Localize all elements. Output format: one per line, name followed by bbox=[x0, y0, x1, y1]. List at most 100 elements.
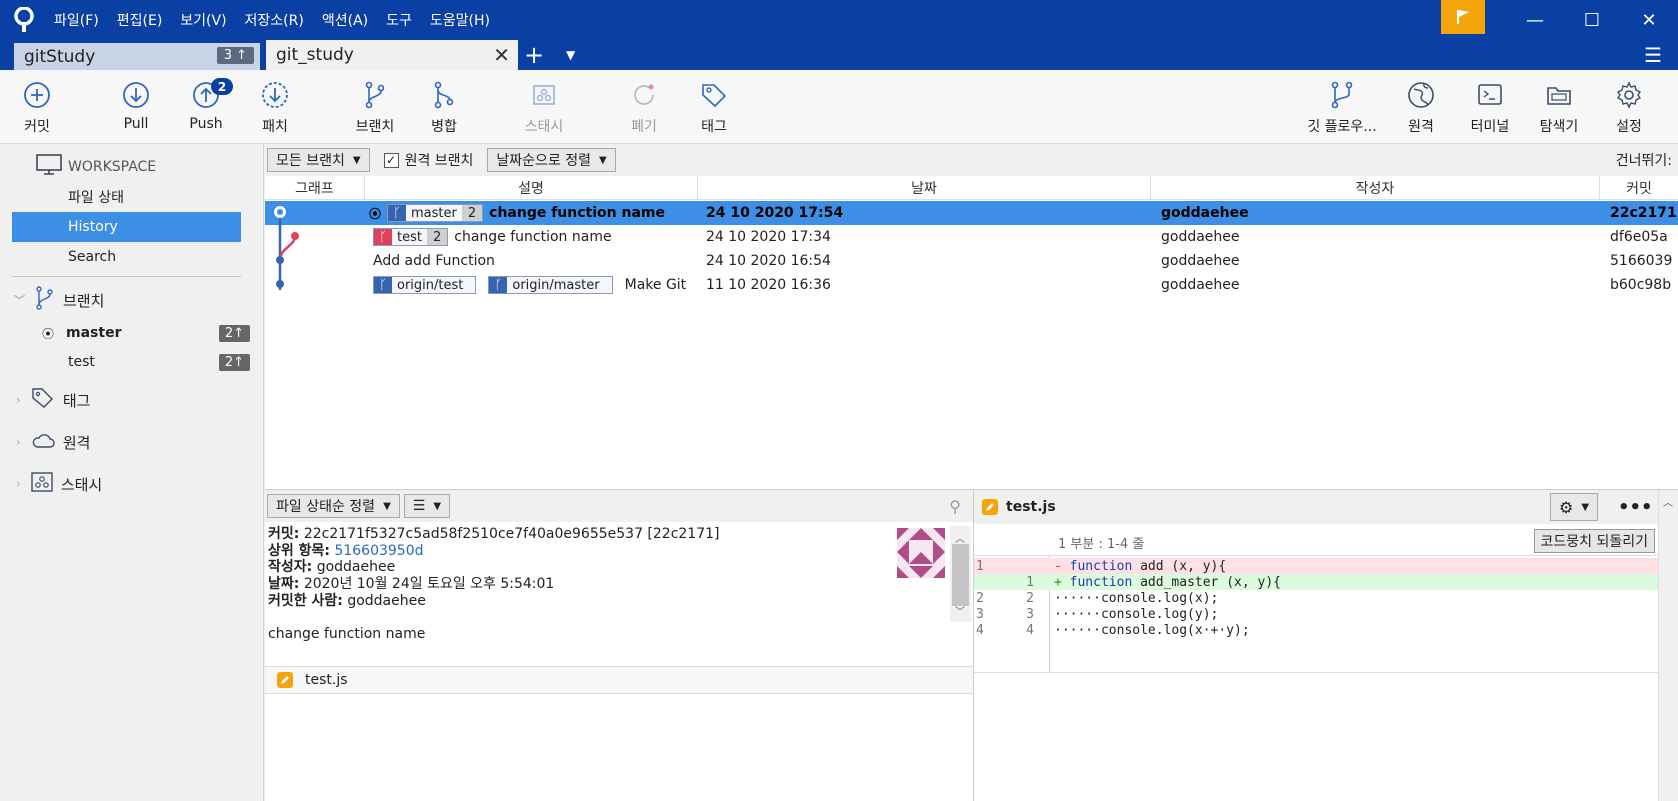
tags-title: 태그 bbox=[62, 391, 91, 410]
checkbox-icon[interactable]: ✓ bbox=[383, 152, 399, 168]
chevron-right-icon[interactable]: › bbox=[16, 435, 21, 449]
branch-icon: ᚴ bbox=[374, 277, 392, 293]
remote-button[interactable]: 원격 bbox=[1386, 76, 1456, 140]
menu-bar: 파일(F) 편집(E) 보기(V) 저장소(R) 액션(A) 도구 도움말(H) bbox=[54, 10, 490, 30]
stash-icon bbox=[533, 85, 555, 105]
sidebar: WORKSPACE 파일 상태 History Search ﹀ 브랜치 ⦿ m… bbox=[0, 144, 264, 801]
parent-commit-link[interactable]: 516603950d bbox=[334, 543, 423, 559]
sidebar-branch-test[interactable]: test 2↑ bbox=[0, 347, 264, 377]
commit-description: ᚴ test 2 change function name bbox=[373, 225, 612, 249]
tab-badge: 3 ↑ bbox=[216, 47, 254, 64]
sidebar-item-file-status[interactable]: 파일 상태 bbox=[0, 182, 264, 212]
new-tab-plus-icon[interactable]: + bbox=[524, 40, 544, 70]
view-mode-dropdown[interactable]: ☰ ▼ bbox=[403, 494, 451, 518]
branch-button[interactable]: 브랜치 bbox=[340, 76, 410, 140]
push-count-badge: 2 bbox=[211, 78, 233, 95]
globe-icon bbox=[1408, 82, 1434, 108]
gitflow-button[interactable]: 깃 플로우... bbox=[1307, 76, 1377, 140]
flag-icon[interactable] bbox=[1441, 0, 1485, 34]
minimize-icon[interactable]: — bbox=[1506, 0, 1564, 40]
discard-button[interactable]: 폐기 bbox=[609, 76, 679, 140]
sidebar-item-search[interactable]: Search bbox=[0, 242, 264, 272]
remote-branches-checkbox[interactable]: ✓ 원격 브랜치 bbox=[383, 150, 473, 170]
details-scrollbar[interactable]: ︿ ﹀ bbox=[950, 526, 971, 622]
column-author[interactable]: 작성자 bbox=[1151, 176, 1600, 199]
sidebar-section-branches[interactable]: ﹀ 브랜치 bbox=[0, 285, 264, 315]
tag-icon bbox=[702, 84, 727, 108]
menu-edit[interactable]: 편집(E) bbox=[117, 10, 163, 30]
diff-panel: test.js ⚙ ▼ ••• 1 부분 : 1-4 줄 코드뭉치 되돌리기 1… bbox=[973, 489, 1678, 801]
chevron-right-icon[interactable]: › bbox=[16, 393, 21, 407]
gear-icon: ⚙ bbox=[1559, 497, 1574, 517]
sidebar-section-tags[interactable]: › 태그 bbox=[0, 385, 264, 415]
tab-gitstudy[interactable]: gitStudy 3 ↑ bbox=[14, 43, 260, 70]
menu-help[interactable]: 도움말(H) bbox=[430, 10, 490, 30]
column-commit[interactable]: 커밋 bbox=[1600, 176, 1678, 199]
avatar bbox=[897, 528, 945, 578]
details-toolbar: 파일 상태순 정렬 ▼ ☰ ▼ ⚲ bbox=[265, 490, 973, 522]
push-button[interactable]: 2 Push bbox=[171, 76, 241, 140]
branch-ref-origin-test[interactable]: ᚴ origin/test bbox=[373, 276, 477, 294]
pull-button[interactable]: Pull bbox=[101, 76, 171, 140]
tag-button[interactable]: 태그 bbox=[679, 76, 749, 140]
menu-file[interactable]: 파일(F) bbox=[54, 10, 99, 30]
branch-icon: ᚴ bbox=[388, 205, 407, 221]
terminal-button[interactable]: 터미널 bbox=[1455, 76, 1525, 140]
commit-row[interactable]: ᚴ test 2 change function name 24 10 2020… bbox=[265, 225, 1678, 249]
branch-ref-master[interactable]: ᚴ master 2 bbox=[387, 204, 484, 222]
diff-toolbar: test.js ⚙ ▼ ••• bbox=[974, 490, 1678, 524]
diff-scrollbar[interactable]: ︿ bbox=[1658, 490, 1678, 801]
commit-row[interactable]: ⦿ ᚴ master 2 change function name 24 10 … bbox=[265, 201, 1678, 225]
sidebar-item-history[interactable]: History bbox=[12, 212, 241, 242]
merge-button[interactable]: 병합 bbox=[409, 76, 479, 140]
menu-actions[interactable]: 액션(A) bbox=[322, 10, 368, 30]
workspace-label: WORKSPACE bbox=[68, 159, 157, 175]
branch-count-badge: 2↑ bbox=[218, 324, 250, 342]
sidebar-section-stash[interactable]: › 스태시 bbox=[0, 469, 264, 499]
commit-graph bbox=[274, 206, 299, 290]
chevron-down-icon: ▼ bbox=[433, 500, 442, 512]
sidebar-branch-master[interactable]: ⦿ master 2↑ bbox=[0, 318, 264, 348]
revert-hunk-button[interactable]: 코드뭉치 되돌리기 bbox=[1533, 529, 1655, 553]
column-date[interactable]: 날짜 bbox=[698, 176, 1151, 199]
all-branches-dropdown[interactable]: 모든 브랜치 ▼ bbox=[267, 148, 370, 172]
commit-author: goddaehee bbox=[1161, 205, 1249, 221]
diff-bottom-divider bbox=[974, 672, 1659, 673]
gear-icon bbox=[1616, 81, 1642, 109]
tab-close-icon[interactable]: ✕ bbox=[493, 43, 510, 67]
commit-row[interactable]: ᚴ origin/test ᚴ origin/master Make Git 1… bbox=[265, 273, 1678, 297]
patch-button[interactable]: 패치 bbox=[240, 76, 310, 140]
more-options-icon[interactable]: ••• bbox=[1618, 497, 1653, 518]
explorer-button[interactable]: 탐색기 bbox=[1524, 76, 1594, 140]
branch-ref-origin-master[interactable]: ᚴ origin/master bbox=[488, 276, 613, 294]
sort-dropdown[interactable]: 날짜순으로 정렬 ▼ bbox=[487, 148, 616, 172]
search-icon[interactable]: ⚲ bbox=[949, 497, 961, 516]
commit-date: 24 10 2020 16:54 bbox=[706, 253, 831, 269]
menu-repository[interactable]: 저장소(R) bbox=[245, 10, 304, 30]
column-graph[interactable]: 그래프 bbox=[265, 176, 365, 199]
stash-button[interactable]: 스태시 bbox=[509, 76, 579, 140]
file-sort-dropdown[interactable]: 파일 상태순 정렬 ▼ bbox=[267, 494, 400, 518]
patch-icon bbox=[262, 82, 288, 108]
chevron-right-icon[interactable]: › bbox=[16, 477, 21, 491]
close-window-icon[interactable]: ✕ bbox=[1620, 0, 1678, 40]
tab-git-study[interactable]: git_study ✕ bbox=[266, 40, 518, 70]
maximize-icon[interactable]: ☐ bbox=[1563, 0, 1621, 40]
stash-title: 스태시 bbox=[60, 475, 103, 494]
changed-file-row[interactable]: test.js bbox=[265, 666, 973, 694]
settings-button[interactable]: 설정 bbox=[1594, 76, 1664, 140]
sidebar-section-remotes[interactable]: › 원격 bbox=[0, 427, 264, 457]
column-description[interactable]: 설명 bbox=[365, 176, 698, 199]
diff-options-dropdown[interactable]: ⚙ ▼ bbox=[1550, 493, 1599, 521]
hamburger-menu-icon[interactable]: ☰ bbox=[1644, 40, 1662, 70]
commit-hash: df6e05a bbox=[1610, 229, 1668, 245]
commit-history-panel: 모든 브랜치 ▼ ✓ 원격 브랜치 날짜순으로 정렬 ▼ 건너뛰기: 그래프 설… bbox=[265, 144, 1678, 489]
chevron-down-icon[interactable]: ﹀ bbox=[14, 292, 25, 308]
branch-icon: ᚴ bbox=[489, 277, 508, 293]
tab-dropdown-icon[interactable]: ▼ bbox=[566, 40, 575, 70]
branch-ref-test[interactable]: ᚴ test 2 bbox=[373, 228, 449, 246]
commit-row[interactable]: Add add Function 24 10 2020 16:54 goddae… bbox=[265, 249, 1678, 273]
menu-view[interactable]: 보기(V) bbox=[180, 10, 226, 30]
menu-tools[interactable]: 도구 bbox=[386, 10, 412, 30]
commit-button[interactable]: 커밋 bbox=[2, 76, 72, 140]
